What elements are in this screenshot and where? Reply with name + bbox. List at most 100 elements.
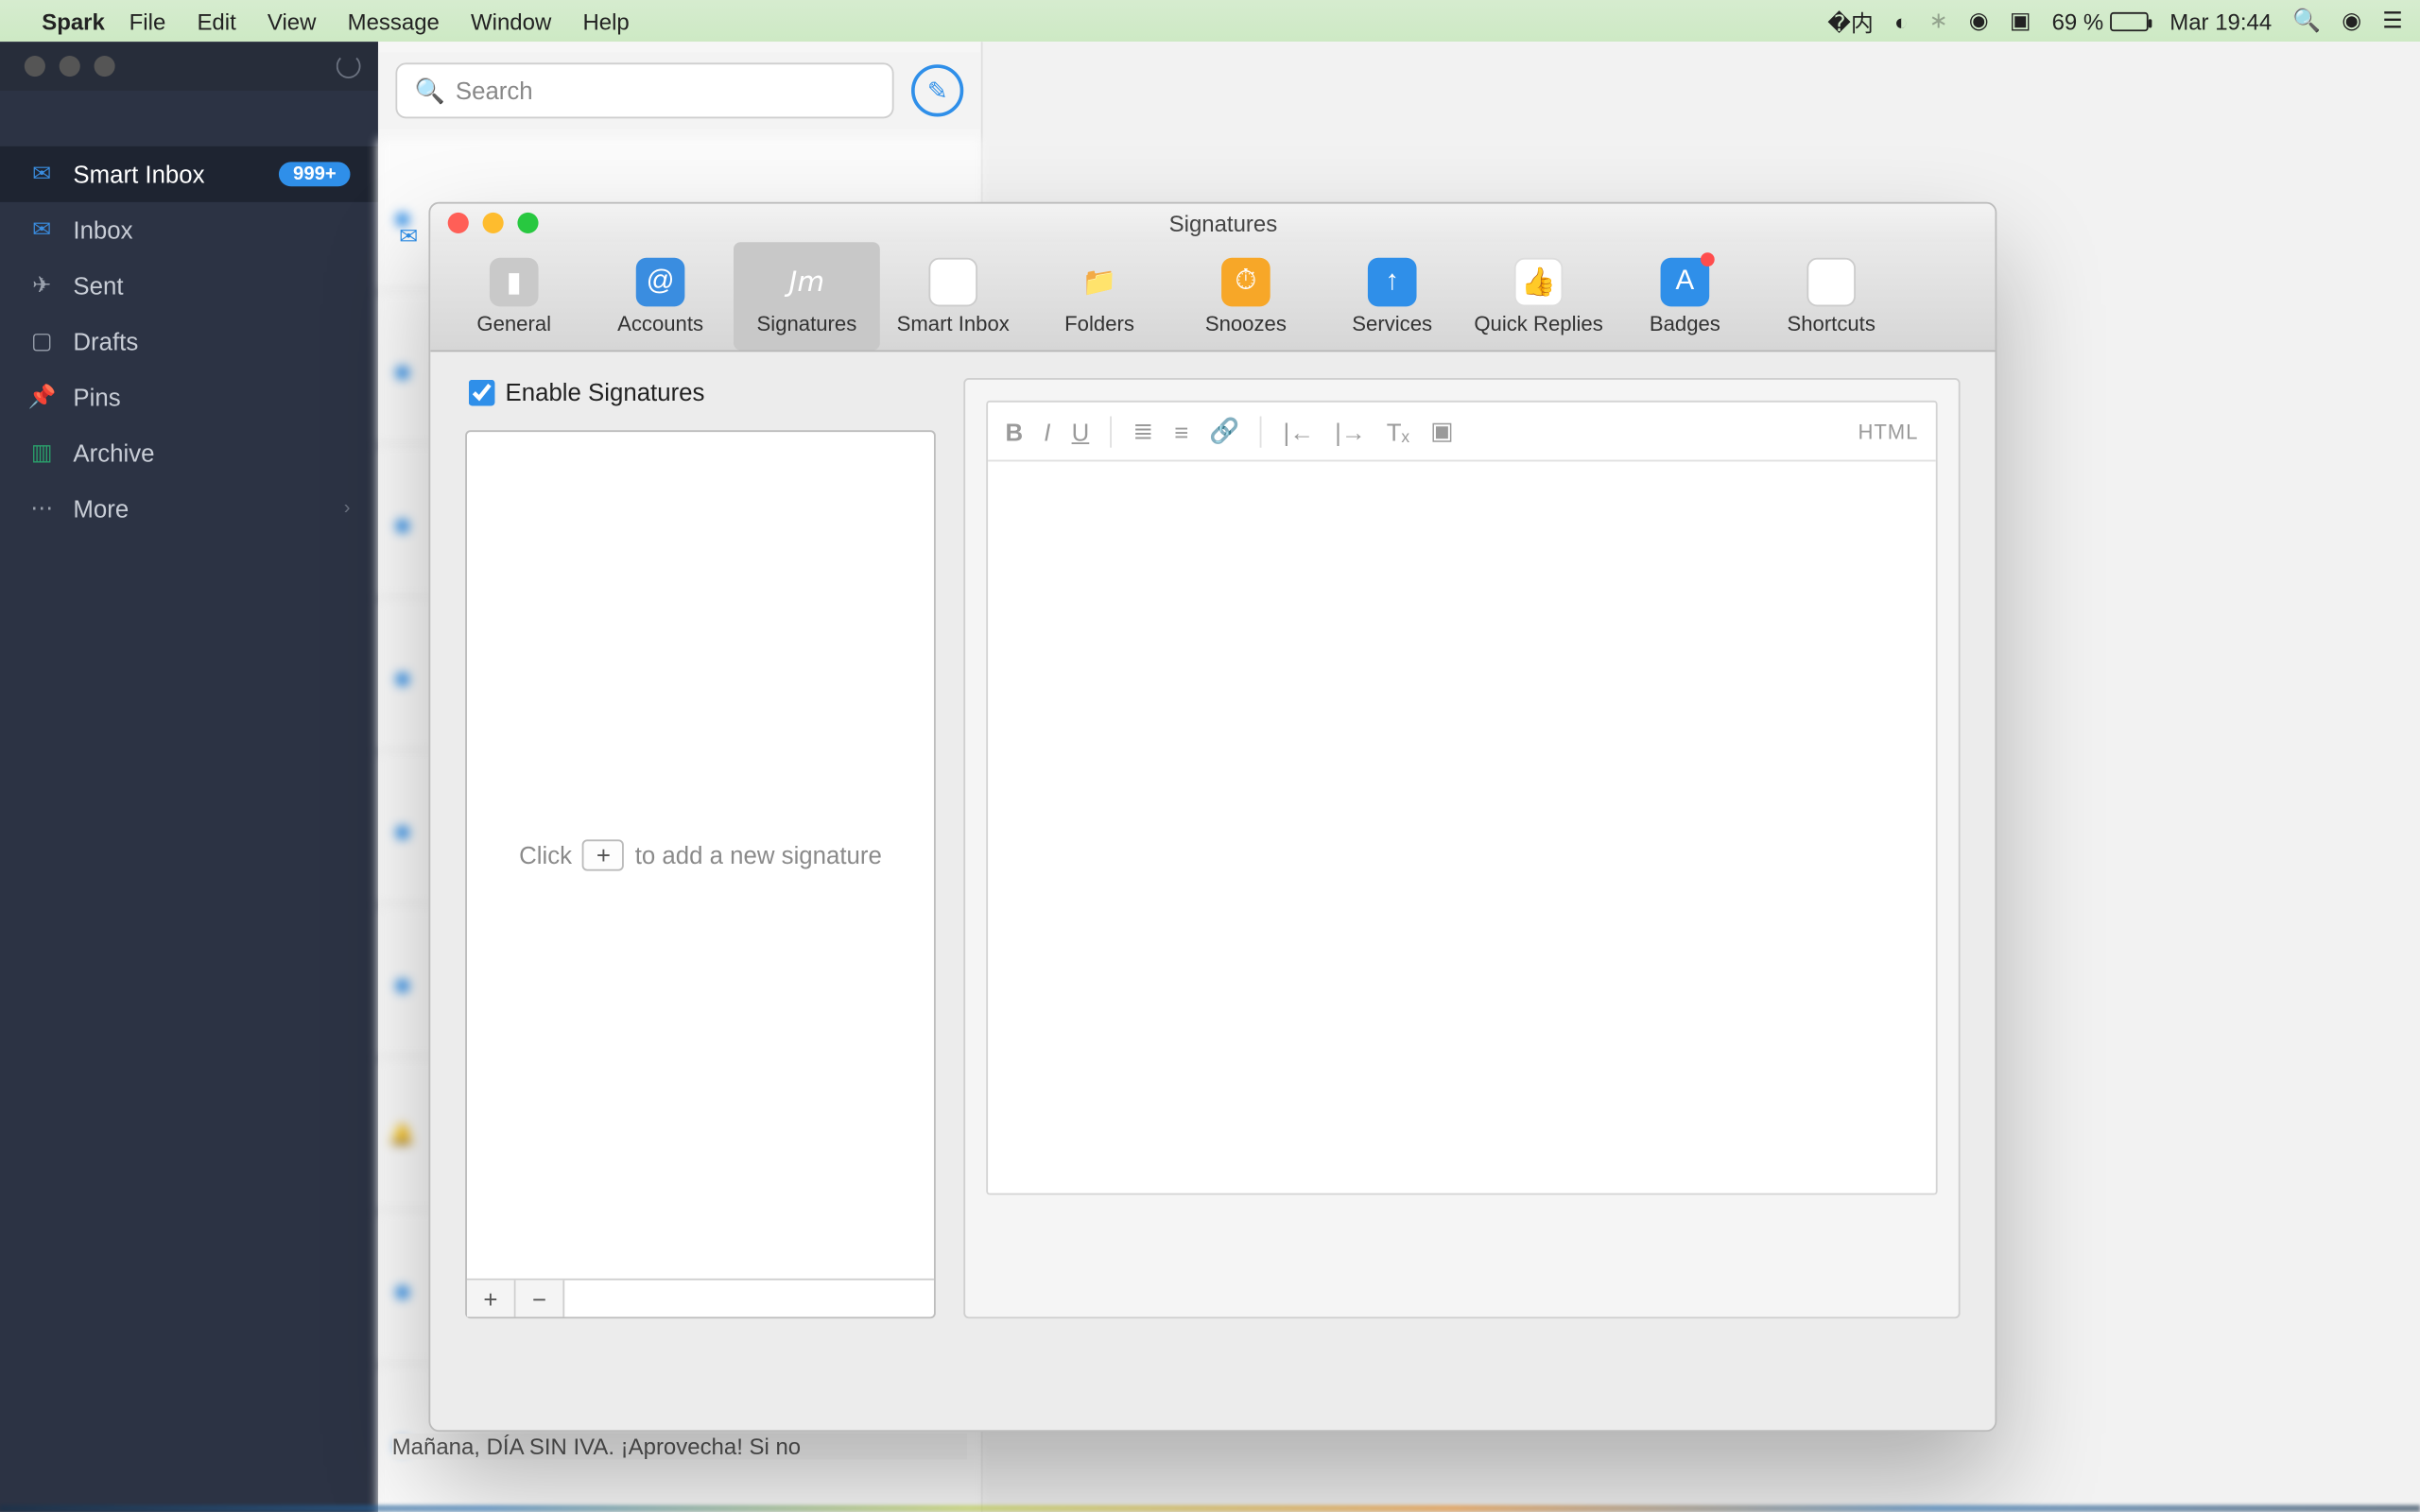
siri-icon[interactable]: ◉: [2342, 7, 2361, 34]
spotlight-icon[interactable]: 🔍: [2292, 7, 2321, 34]
sidebar-item-drafts[interactable]: ▢ Drafts: [0, 314, 378, 369]
spark-sidebar: ✉︎ Smart Inbox 999+ ✉︎ Inbox ✈︎ Sent ▢ D…: [0, 42, 378, 1512]
prefs-title: Signatures: [469, 210, 1978, 236]
bullet-list-button[interactable]: ≣: [1132, 417, 1153, 446]
enable-signatures-checkbox[interactable]: [469, 379, 495, 405]
search-input[interactable]: 🔍 Search: [395, 62, 893, 118]
prefs-tab-badges[interactable]: A Badges: [1612, 242, 1758, 350]
prefs-tab-shortcuts[interactable]: ⌘ Shortcuts: [1758, 242, 1905, 350]
window-minimize-button[interactable]: [60, 56, 80, 77]
insert-image-button[interactable]: ▣: [1430, 417, 1453, 446]
menu-help[interactable]: Help: [582, 8, 629, 34]
sidebar-item-label: More: [73, 494, 129, 522]
prefs-tab-services[interactable]: ↑ Services: [1319, 242, 1465, 350]
inline-plus-icon: +: [582, 839, 625, 870]
accounts-icon: @: [636, 257, 685, 306]
sent-icon: ✈︎: [27, 272, 55, 300]
prefs-tab-accounts[interactable]: @ Accounts: [587, 242, 734, 350]
window-zoom-button[interactable]: [95, 56, 115, 77]
visible-thread-snippet: Mañana, DÍA SIN IVA. ¡Aprovecha! Si no: [392, 1434, 967, 1460]
outdent-button[interactable]: |←: [1283, 417, 1314, 444]
prefs-tab-snoozes[interactable]: ⏱ Snoozes: [1172, 242, 1319, 350]
bold-button[interactable]: B: [1006, 417, 1024, 444]
menu-message[interactable]: Message: [348, 8, 440, 34]
menu-view[interactable]: View: [268, 8, 317, 34]
menu-edit[interactable]: Edit: [197, 8, 235, 34]
battery-percent: 69 %: [2052, 8, 2104, 34]
italic-button[interactable]: I: [1044, 417, 1050, 444]
prefs-tab-general[interactable]: ▮ General: [441, 242, 587, 350]
sidebar-item-inbox[interactable]: ✉︎ Inbox: [0, 202, 378, 258]
sidebar-item-pins[interactable]: 📌 Pins: [0, 369, 378, 425]
archive-icon: ▥: [27, 438, 55, 466]
remove-signature-button[interactable]: −: [516, 1280, 565, 1317]
inbox-icon: ✉︎: [27, 216, 55, 244]
signature-list-footer: + −: [467, 1279, 934, 1317]
menubar-app-name[interactable]: Spark: [42, 8, 105, 34]
general-icon: ▮: [490, 257, 539, 306]
number-list-button[interactable]: ≡: [1174, 417, 1188, 444]
sidebar-item-label: Sent: [73, 272, 123, 300]
prefs-tab-smart-inbox[interactable]: ↳ Smart Inbox: [880, 242, 1027, 350]
account-color-marker-icon: ✉︎: [399, 223, 418, 250]
battery-status[interactable]: 69 %: [2052, 8, 2150, 34]
sidebar-item-more[interactable]: ⋯ More ›: [0, 481, 378, 537]
battery-icon: [2111, 11, 2150, 30]
clear-format-button[interactable]: Tₓ: [1387, 417, 1409, 444]
editor-toolbar: B I U ≣ ≡ 🔗 |← |→ Tₓ ▣ HTML: [988, 403, 1936, 462]
quick-replies-icon: 👍: [1514, 257, 1564, 306]
prefs-tab-folders[interactable]: 📁 Folders: [1027, 242, 1173, 350]
window-close-button[interactable]: [25, 56, 45, 77]
dropbox-menulet-icon[interactable]: �内: [1827, 5, 1874, 38]
sidebar-item-label: Pins: [73, 384, 120, 411]
more-icon: ⋯: [27, 494, 55, 522]
prefs-titlebar[interactable]: Signatures: [430, 204, 1995, 243]
prefs-toolbar: ▮ General @ Accounts 𝘑𝘮 Signatures ↳ Sma…: [430, 242, 1995, 352]
signature-editor-panel: B I U ≣ ≡ 🔗 |← |→ Tₓ ▣ HTML: [963, 378, 1960, 1318]
smart-inbox-tab-icon: ↳: [928, 257, 977, 306]
bluetooth-icon[interactable]: ∗: [1929, 7, 1948, 34]
sidebar-item-archive[interactable]: ▥ Archive: [0, 425, 378, 481]
sidebar-item-label: Drafts: [73, 328, 138, 355]
smart-inbox-badge: 999+: [279, 162, 350, 186]
link-button[interactable]: 🔗: [1209, 417, 1239, 446]
airplay-icon[interactable]: ▣: [2010, 7, 2031, 34]
spark-titlebar: [0, 42, 378, 91]
desktop: ✉︎ Smart Inbox 999+ ✉︎ Inbox ✈︎ Sent ▢ D…: [0, 42, 2420, 1512]
menu-window[interactable]: Window: [471, 8, 551, 34]
search-icon: 🔍: [415, 76, 445, 105]
indent-button[interactable]: |→: [1335, 417, 1366, 444]
add-signature-button[interactable]: +: [467, 1280, 516, 1317]
sidebar-item-label: Smart Inbox: [73, 161, 204, 188]
prefs-tab-signatures[interactable]: 𝘑𝘮 Signatures: [734, 242, 880, 350]
sidebar-item-label: Archive: [73, 438, 154, 466]
folders-icon: 📁: [1075, 257, 1124, 306]
prefs-close-button[interactable]: [448, 213, 469, 233]
signature-list-empty-state: Click + to add a new signature: [467, 432, 934, 1279]
prefs-tab-quick-replies[interactable]: 👍 Quick Replies: [1465, 242, 1612, 350]
preferences-window: Signatures ▮ General @ Accounts 𝘑𝘮 Signa…: [428, 202, 1996, 1432]
chevron-right-icon: ›: [344, 498, 351, 519]
snoozes-icon: ⏱: [1221, 257, 1270, 306]
sidebar-item-sent[interactable]: ✈︎ Sent: [0, 258, 378, 314]
smart-inbox-icon: ✉︎: [27, 161, 55, 188]
html-mode-button[interactable]: HTML: [1858, 419, 1918, 443]
compose-button[interactable]: ✎: [911, 64, 963, 116]
sync-menulet-icon[interactable]: ◐: [1894, 8, 1908, 34]
wifi-icon[interactable]: ◉: [1969, 7, 1989, 34]
enable-signatures-label: Enable Signatures: [506, 378, 705, 405]
services-icon: ↑: [1368, 257, 1417, 306]
sync-icon[interactable]: [337, 54, 361, 78]
sidebar-item-label: Inbox: [73, 216, 132, 244]
notification-center-icon[interactable]: ☰: [2382, 7, 2402, 34]
underline-button[interactable]: U: [1072, 417, 1090, 444]
menu-file[interactable]: File: [130, 8, 166, 34]
enable-signatures-row[interactable]: Enable Signatures: [469, 378, 705, 405]
dock-edge: [0, 1505, 2420, 1512]
menubar-clock[interactable]: Mar 19:44: [2169, 8, 2272, 34]
search-placeholder: Search: [456, 77, 533, 104]
badges-icon: A: [1661, 257, 1710, 306]
sidebar-item-smart-inbox[interactable]: ✉︎ Smart Inbox 999+: [0, 146, 378, 202]
signature-editor[interactable]: B I U ≣ ≡ 🔗 |← |→ Tₓ ▣ HTML: [986, 401, 1937, 1194]
shortcuts-icon: ⌘: [1806, 257, 1856, 306]
